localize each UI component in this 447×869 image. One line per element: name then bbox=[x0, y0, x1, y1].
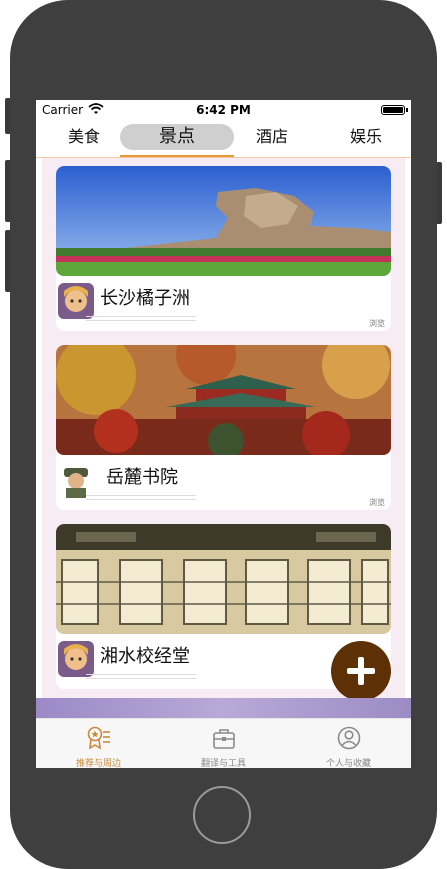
gradient-banner bbox=[36, 698, 411, 718]
browse-label[interactable]: 浏览 bbox=[369, 497, 385, 508]
tab-label: 翻译与工具 bbox=[200, 759, 246, 768]
person-circle-icon bbox=[337, 726, 361, 750]
card-photo-hall[interactable] bbox=[56, 524, 391, 634]
tab-label: 个人与收藏 bbox=[325, 759, 371, 768]
tab-hotels[interactable]: 酒店 bbox=[248, 124, 296, 150]
attraction-card[interactable]: 长沙橘子洲 浏览 bbox=[56, 166, 391, 331]
divider bbox=[86, 674, 196, 675]
tab-translate-tools[interactable]: 翻译与工具 bbox=[161, 719, 286, 768]
card-photo-statue[interactable] bbox=[56, 166, 391, 276]
battery-icon bbox=[381, 105, 405, 115]
tab-attractions[interactable]: 景点 bbox=[120, 124, 234, 150]
author-avatar bbox=[58, 641, 94, 677]
attraction-card[interactable]: 岳麓书院 浏览 bbox=[56, 345, 391, 510]
status-bar: Carrier 6:42 PM bbox=[36, 100, 411, 120]
active-tab-indicator bbox=[120, 155, 234, 157]
ribbon-list-icon bbox=[87, 726, 110, 750]
toolbox-icon bbox=[213, 729, 235, 749]
home-button[interactable] bbox=[193, 786, 251, 844]
category-tabs: 美食 景点 酒店 娱乐 bbox=[36, 121, 411, 158]
author-avatar bbox=[58, 283, 94, 319]
card-photo-academy[interactable] bbox=[56, 345, 391, 455]
author-avatar bbox=[58, 462, 94, 498]
attraction-feed[interactable]: 长沙橘子洲 浏览 岳麓书院 浏览 湘水校经堂 bbox=[42, 158, 405, 698]
card-title: 岳麓书院 bbox=[106, 467, 178, 488]
card-title: 长沙橘子洲 bbox=[100, 288, 190, 309]
card-title: 湘水校经堂 bbox=[100, 646, 190, 667]
divider bbox=[86, 316, 196, 317]
browse-label[interactable]: 浏览 bbox=[369, 318, 385, 329]
clock: 6:42 PM bbox=[196, 103, 251, 117]
tab-profile-favorites[interactable]: 个人与收藏 bbox=[286, 719, 411, 768]
tab-recommend-nearby[interactable]: 推荐与周边 bbox=[36, 719, 161, 768]
tab-label: 推荐与周边 bbox=[75, 759, 121, 768]
bottom-tab-bar: 推荐与周边 翻译与工具 个人与收藏 bbox=[36, 718, 411, 768]
add-button[interactable] bbox=[331, 641, 391, 701]
app-screen: Carrier 6:42 PM 美食 景点 酒店 娱乐 长沙橘子洲 浏览 岳麓书… bbox=[36, 100, 411, 768]
tab-entertainment[interactable]: 娱乐 bbox=[342, 124, 390, 150]
divider bbox=[86, 495, 196, 496]
tab-food[interactable]: 美食 bbox=[60, 124, 108, 150]
